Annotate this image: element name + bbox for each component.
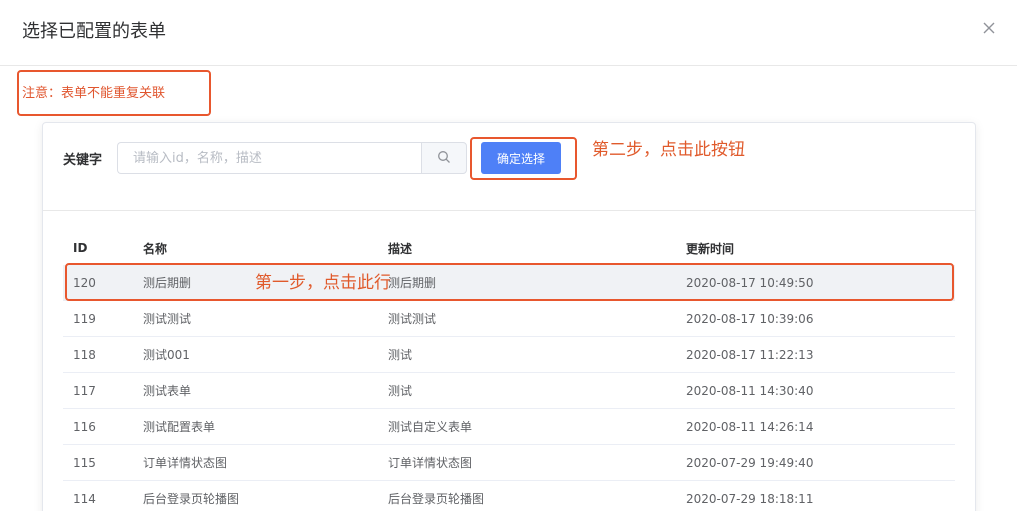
close-icon[interactable] <box>981 20 997 36</box>
header-desc: 描述 <box>388 241 413 256</box>
cell-time: 2020-08-11 14:26:14 <box>686 419 814 434</box>
cell-desc: 测试测试 <box>388 312 437 326</box>
cell-time: 2020-08-17 11:22:13 <box>686 347 814 362</box>
form-table: ID 名称 描述 更新时间 120 测后期删 测后期删 2020-08-17 1… <box>63 231 955 511</box>
step2-annotation: 第二步，点击此按钮 <box>592 140 745 160</box>
confirm-select-button[interactable]: 确定选择 <box>481 142 561 174</box>
cell-id: 114 <box>73 491 96 506</box>
cell-id: 115 <box>73 455 96 470</box>
header-name: 名称 <box>143 241 168 256</box>
cell-name: 订单详情状态图 <box>143 456 228 470</box>
cell-time: 2020-08-17 10:39:06 <box>686 311 814 326</box>
form-select-dialog: 选择已配置的表单 注意：表单不能重复关联 关键字 确定选择 第二步，点击此按钮 … <box>0 0 1017 511</box>
cell-name: 测试表单 <box>143 384 192 398</box>
cell-time: 2020-08-11 14:30:40 <box>686 383 814 398</box>
cell-id: 117 <box>73 383 96 398</box>
table-row[interactable]: 114 后台登录页轮播图 后台登录页轮播图 2020-07-29 18:18:1… <box>63 481 955 511</box>
cell-id: 119 <box>73 311 96 326</box>
note-text: 注意：表单不能重复关联 <box>22 86 166 101</box>
header-time: 更新时间 <box>686 241 735 256</box>
cell-name: 测试配置表单 <box>143 420 216 434</box>
divider <box>43 210 975 211</box>
cell-desc: 订单详情状态图 <box>388 456 473 470</box>
cell-desc: 测试自定义表单 <box>388 420 473 434</box>
cell-id: 116 <box>73 419 96 434</box>
cell-name: 后台登录页轮播图 <box>143 492 240 506</box>
keyword-label: 关键字 <box>63 153 103 168</box>
cell-name: 测试测试 <box>143 312 192 326</box>
table-row[interactable]: 117 测试表单 测试 2020-08-11 14:30:40 <box>63 373 955 409</box>
table-row[interactable]: 119 测试测试 测试测试 2020-08-17 10:39:06 <box>63 301 955 337</box>
dialog-header: 选择已配置的表单 <box>0 0 1017 66</box>
search-icon <box>437 149 451 168</box>
table-row[interactable]: 115 订单详情状态图 订单详情状态图 2020-07-29 19:49:40 <box>63 445 955 481</box>
cell-name: 测试001 <box>143 348 190 362</box>
dialog-title: 选择已配置的表单 <box>22 21 166 42</box>
cell-desc: 后台登录页轮播图 <box>388 492 485 506</box>
cell-desc: 测后期删 <box>388 276 437 290</box>
table-header: ID 名称 描述 更新时间 <box>63 231 955 265</box>
search-input[interactable] <box>117 142 422 174</box>
search-button[interactable] <box>421 142 467 174</box>
table-row[interactable]: 118 测试001 测试 2020-08-17 11:22:13 <box>63 337 955 373</box>
cell-desc: 测试 <box>388 348 413 362</box>
cell-time: 2020-07-29 18:18:11 <box>686 491 814 506</box>
cell-time: 2020-08-17 10:49:50 <box>686 275 814 290</box>
cell-id: 118 <box>73 347 96 362</box>
step1-annotation: 第一步，点击此行 <box>255 273 391 293</box>
table-row[interactable]: 116 测试配置表单 测试自定义表单 2020-08-11 14:26:14 <box>63 409 955 445</box>
cell-desc: 测试 <box>388 384 413 398</box>
cell-time: 2020-07-29 19:49:40 <box>686 455 814 470</box>
form-list-card: 关键字 确定选择 第二步，点击此按钮 ID 名称 描述 更新时间 120 <box>42 122 976 511</box>
table-row[interactable]: 120 测后期删 测后期删 2020-08-17 10:49:50 <box>63 265 955 301</box>
cell-id: 120 <box>73 275 96 290</box>
header-id: ID <box>73 241 88 255</box>
